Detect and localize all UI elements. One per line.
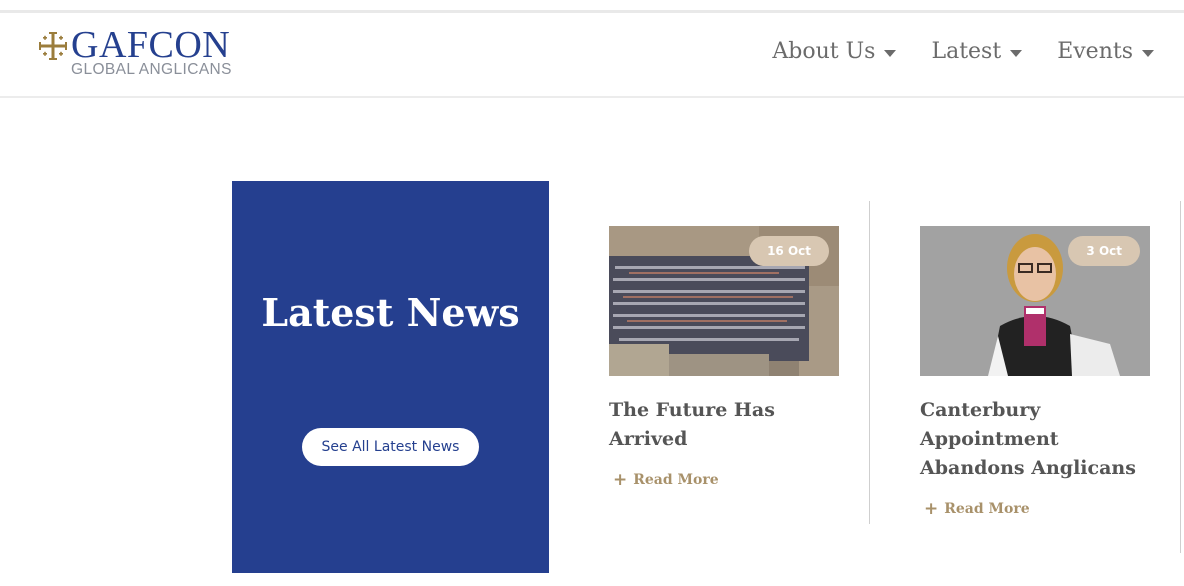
read-more-link[interactable]: + Read More <box>613 470 849 490</box>
brand-name: GAFCON <box>71 24 231 66</box>
brand-tagline: GLOBAL ANGLICANS <box>71 61 232 78</box>
plus-icon: + <box>613 470 628 490</box>
jerusalem-cross-icon <box>39 32 67 60</box>
caret-down-icon <box>884 49 897 57</box>
news-title[interactable]: The Future Has Arrived <box>609 396 849 454</box>
news-card: 16 Oct The Future Has Arrived + Read Mor… <box>609 226 849 490</box>
latest-news-panel: Latest News See All Latest News <box>232 181 549 573</box>
caret-down-icon <box>1142 49 1154 57</box>
news-image[interactable]: 16 Oct <box>609 226 839 376</box>
nav-label: Latest <box>931 39 1002 64</box>
date-badge: 3 Oct <box>1068 236 1140 266</box>
nav-latest[interactable]: Latest <box>931 39 1023 64</box>
nav-label: About Us <box>772 39 876 64</box>
see-all-latest-news-button[interactable]: See All Latest News <box>302 428 479 466</box>
news-card: 3 Oct Canterbury Appointment Abandons An… <box>920 226 1160 519</box>
date-badge: 16 Oct <box>749 236 829 266</box>
nav-about-us[interactable]: About Us <box>772 39 897 64</box>
nav-events[interactable]: Events <box>1057 39 1154 64</box>
caret-down-icon <box>1010 49 1023 57</box>
news-image[interactable]: 3 Oct <box>920 226 1150 376</box>
latest-news-title: Latest News <box>261 290 520 335</box>
site-header: GAFCON GLOBAL ANGLICANS About Us Latest … <box>0 13 1184 98</box>
read-more-label: Read More <box>944 501 1030 517</box>
plus-icon: + <box>924 499 939 519</box>
nav-label: Events <box>1057 39 1133 64</box>
card-divider <box>1180 201 1181 553</box>
site-logo[interactable]: GAFCON GLOBAL ANGLICANS <box>38 24 258 84</box>
main-nav: About Us Latest Events <box>772 39 1154 64</box>
card-divider <box>869 201 870 524</box>
news-title[interactable]: Canterbury Appointment Abandons Anglican… <box>920 396 1160 483</box>
read-more-label: Read More <box>633 472 719 488</box>
read-more-link[interactable]: + Read More <box>924 499 1160 519</box>
